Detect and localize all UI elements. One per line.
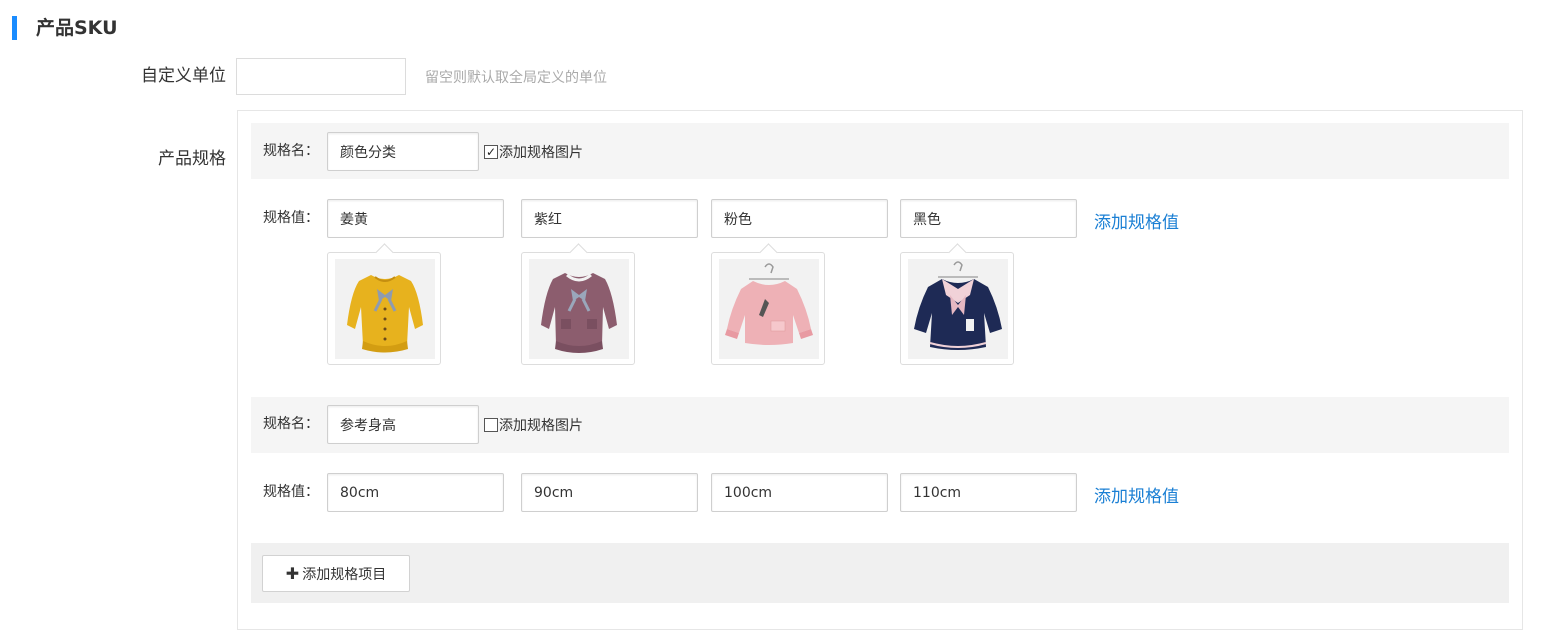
spec-image-card[interactable]	[711, 243, 825, 365]
spec-group-1-add-image-checkbox[interactable]: ✓ 添加规格图片	[484, 142, 583, 162]
checkmark-icon: ✓	[484, 145, 498, 159]
spec-image-purple-dress	[529, 259, 629, 359]
spec-name-label: 规格名：	[263, 143, 319, 159]
spec-group-2-value-input[interactable]	[711, 473, 888, 512]
spec-group-2-name-input[interactable]	[327, 405, 479, 444]
add-image-label: 添加规格图片	[499, 145, 583, 161]
add-spec-value-link[interactable]: 添加规格值	[1094, 208, 1179, 233]
spec-group-2-value-input[interactable]	[900, 473, 1077, 512]
spec-value-label: 规格值：	[263, 484, 319, 500]
add-image-label: 添加规格图片	[499, 418, 583, 434]
unit-label: 自定义单位	[141, 66, 226, 86]
spec-value-label: 规格值：	[263, 210, 319, 226]
spec-group-1-value-input[interactable]	[327, 199, 504, 238]
spec-group-2-add-image-checkbox[interactable]: 添加规格图片	[484, 415, 583, 435]
spec-group-1-value-input[interactable]	[900, 199, 1077, 238]
unit-input[interactable]	[236, 58, 406, 95]
unit-hint: 留空则默认取全局定义的单位	[425, 70, 607, 86]
spec-image-card[interactable]	[521, 243, 635, 365]
add-spec-value-link[interactable]: 添加规格值	[1094, 482, 1179, 507]
plus-icon: ✚	[285, 564, 300, 583]
checkbox-empty-icon	[484, 418, 498, 432]
spec-image-card[interactable]	[900, 243, 1014, 365]
add-spec-item-label: 添加规格项目	[302, 566, 387, 583]
spec-image-yellow-dress	[335, 259, 435, 359]
spec-group-2-value-input[interactable]	[327, 473, 504, 512]
spec-name-label: 规格名：	[263, 416, 319, 432]
spec-image-card[interactable]	[327, 243, 441, 365]
spec-group-2-value-input[interactable]	[521, 473, 698, 512]
section-title: 产品SKU	[36, 17, 118, 39]
spec-image-navy-dress	[908, 259, 1008, 359]
spec-group-1-value-input[interactable]	[521, 199, 698, 238]
spec-group-1-name-input[interactable]	[327, 132, 479, 171]
add-spec-item-button[interactable]: ✚ 添加规格项目	[262, 555, 410, 592]
spec-label: 产品规格	[158, 149, 226, 169]
spec-image-pink-jacket	[719, 259, 819, 359]
spec-group-1-value-input[interactable]	[711, 199, 888, 238]
add-spec-item-row	[251, 543, 1509, 603]
section-accent-bar	[12, 16, 17, 40]
